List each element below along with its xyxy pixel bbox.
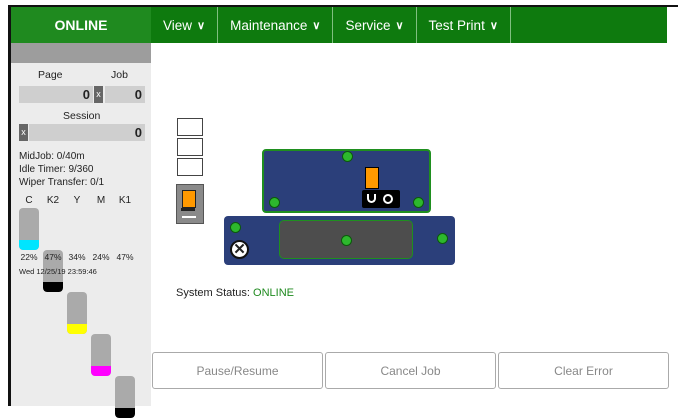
cartridge-line xyxy=(182,216,196,218)
capper-icon xyxy=(367,194,376,203)
ink-fill-y xyxy=(67,324,87,334)
base-sensor-right xyxy=(437,233,448,244)
ink-levels: C K2 Y M K1 22% 47% 34% 24% 47% xyxy=(18,195,148,418)
ink-name-y: Y xyxy=(73,195,81,206)
left-panel-header xyxy=(11,43,151,63)
online-status-label: ONLINE xyxy=(54,17,108,33)
menu-bar: View ∨ Maintenance ∨ Service ∨ Test Prin… xyxy=(151,7,667,43)
ink-fill-m xyxy=(91,366,111,376)
base-sensor-left xyxy=(230,222,241,233)
paper-tray-3 xyxy=(177,158,203,176)
page-counter-label: Page xyxy=(38,69,63,81)
menu-maintenance-label: Maintenance xyxy=(230,17,308,33)
ink-fill-k1 xyxy=(115,408,135,418)
wiper-icon xyxy=(383,194,393,204)
ink-percent-c: 22% xyxy=(20,252,38,262)
paper-tray-2 xyxy=(177,138,203,156)
ink-tank-m xyxy=(91,334,111,376)
cartridge-base xyxy=(181,208,195,211)
ink-fill-k2 xyxy=(43,282,63,292)
system-status-value: ONLINE xyxy=(253,287,295,299)
chevron-down-icon: ∨ xyxy=(489,19,498,32)
session-reset-button[interactable]: x xyxy=(19,124,28,141)
carriage-sensor-left xyxy=(269,197,280,208)
online-status-tab: ONLINE xyxy=(11,7,151,43)
clear-error-button[interactable]: Clear Error xyxy=(498,352,669,389)
ink-percent-m: 24% xyxy=(92,252,110,262)
chevron-down-icon: ∨ xyxy=(312,19,321,32)
session-counter-label: Session xyxy=(63,110,101,122)
cartridge-icon xyxy=(182,190,196,208)
ink-percent-y: 34% xyxy=(68,252,86,262)
date-time: Wed 12/25/19 23:59:46 xyxy=(19,267,97,276)
platen-area xyxy=(279,220,413,259)
head-cap-unit xyxy=(362,190,400,208)
chevron-down-icon: ∨ xyxy=(197,19,206,32)
cancel-job-button[interactable]: Cancel Job xyxy=(325,352,496,389)
chevron-down-icon: ∨ xyxy=(395,19,404,32)
ink-tank-c xyxy=(19,208,39,250)
job-counter-label: Job xyxy=(111,69,128,81)
ink-tank-k1 xyxy=(115,376,135,418)
system-status-label: System Status: xyxy=(176,287,250,299)
menu-test-print[interactable]: Test Print ∨ xyxy=(417,7,511,43)
menu-maintenance[interactable]: Maintenance ∨ xyxy=(218,7,334,43)
ink-name-k2: K2 xyxy=(46,195,60,206)
platen-sensor xyxy=(341,235,352,246)
carriage-sensor-top xyxy=(342,151,353,162)
print-carriage xyxy=(262,149,431,213)
ink-percent-k1: 47% xyxy=(116,252,134,262)
ink-percent-k2: 47% xyxy=(44,252,62,262)
carriage-sensor-right xyxy=(413,197,424,208)
menu-view-label: View xyxy=(163,17,193,33)
menu-service[interactable]: Service ∨ xyxy=(333,7,417,43)
ink-name-c: C xyxy=(25,195,33,206)
error-x-icon: ✕ xyxy=(230,240,249,259)
page-counter: 0 xyxy=(19,86,93,103)
printer-base: ✕ xyxy=(224,216,455,265)
page-reset-button[interactable]: x xyxy=(94,86,103,103)
menu-view[interactable]: View ∨ xyxy=(151,7,219,43)
paper-tray-1 xyxy=(177,118,203,136)
ink-name-k1: K1 xyxy=(118,195,132,206)
job-counter: 0 xyxy=(105,86,145,103)
wiper-transfer-info: Wiper Transfer: 0/1 xyxy=(19,177,105,188)
idle-timer-info: Idle Timer: 9/360 xyxy=(19,164,94,175)
pause-resume-button[interactable]: Pause/Resume xyxy=(152,352,323,389)
ink-tank-y xyxy=(67,292,87,334)
session-counter: 0 xyxy=(29,124,145,141)
maintenance-station xyxy=(176,184,204,224)
menu-service-label: Service xyxy=(345,17,391,33)
print-head-icon xyxy=(365,167,379,189)
system-status: System Status: ONLINE xyxy=(176,287,294,299)
ink-fill-c xyxy=(19,240,39,250)
ink-name-m: M xyxy=(96,195,106,206)
menu-test-print-label: Test Print xyxy=(428,17,485,33)
menu-bar-spacer xyxy=(511,7,667,43)
midjob-info: MidJob: 0/40m xyxy=(19,151,85,162)
